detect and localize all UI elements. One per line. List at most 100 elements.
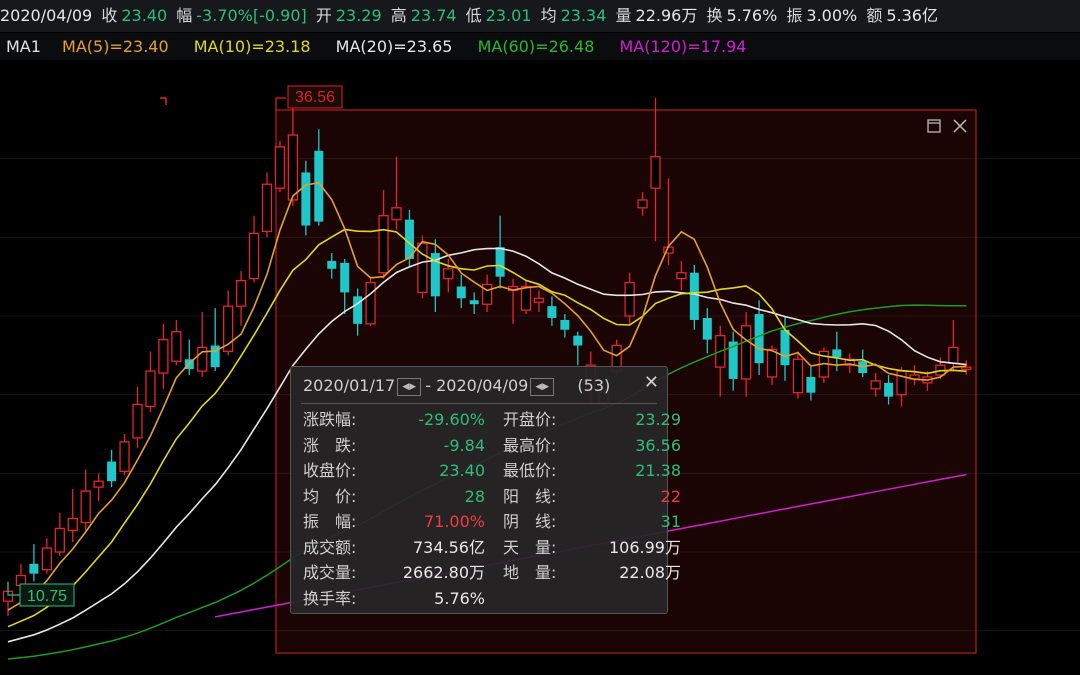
candle-down[interactable]: [884, 382, 894, 397]
quote-header: 2020/04/09 收 23.40 幅 -3.70%[-0.90] 开 23.29 …: [0, 0, 1080, 32]
candle-down[interactable]: [456, 286, 466, 299]
stat-row: 开盘价: 23.29: [503, 408, 693, 432]
candle-down[interactable]: [560, 319, 570, 330]
candle-up[interactable]: [676, 272, 687, 280]
candle-down[interactable]: [340, 262, 350, 293]
ma-indicator-name[interactable]: MA1: [6, 37, 41, 56]
candle-up[interactable]: [637, 199, 648, 209]
amplitude-value: 3.00%: [806, 6, 858, 25]
candle-down[interactable]: [780, 329, 790, 366]
stat-label: 成交额:: [303, 537, 357, 557]
stat-label: 振 幅:: [303, 512, 357, 531]
ma5-legend: MA(5)=23.40: [62, 37, 169, 56]
candle-down[interactable]: [806, 376, 816, 393]
candle-down[interactable]: [301, 172, 311, 226]
candle-up[interactable]: [624, 281, 635, 317]
candle-up[interactable]: [741, 325, 752, 380]
candle-down[interactable]: [547, 306, 557, 318]
stat-label: 阴 线:: [503, 512, 557, 531]
stat-row: 涨跌幅: -29.60%: [303, 408, 493, 432]
candle-down[interactable]: [573, 335, 583, 346]
candle-up[interactable]: [896, 370, 907, 396]
candle-up[interactable]: [948, 346, 959, 364]
close-icon[interactable]: ✕: [644, 372, 659, 393]
candle-up[interactable]: [443, 268, 454, 280]
stat-row: 天 量: 106.99万: [503, 536, 693, 560]
range-stats-panel: 2020/01/17 ◀▶ - 2020/04/09 ◀▶ (53) ✕ 涨跌幅: -2…: [290, 366, 681, 614]
stat-row: 地 量: 22.08万: [503, 561, 693, 585]
candle-up[interactable]: [520, 285, 532, 311]
candle-up[interactable]: [132, 403, 143, 439]
candle-up[interactable]: [67, 517, 78, 532]
end-date-stepper[interactable]: ◀▶: [530, 377, 555, 396]
candle-down[interactable]: [469, 300, 479, 305]
candle-up[interactable]: [119, 441, 130, 473]
high-value: 23.74: [410, 6, 457, 25]
candle-down[interactable]: [107, 461, 117, 482]
ma120-legend: MA(120)=17.94: [619, 37, 747, 56]
candle-up[interactable]: [80, 490, 91, 524]
divider: [301, 403, 657, 404]
candle-up[interactable]: [54, 527, 65, 553]
stat-label: 开盘价:: [503, 410, 557, 429]
stat-row: 振 幅: 71.00%: [303, 510, 493, 534]
candle-up[interactable]: [766, 348, 778, 378]
candle-up[interactable]: [41, 547, 52, 571]
ma10-legend: MA(10)=23.18: [193, 37, 311, 56]
candle-up[interactable]: [533, 297, 545, 303]
stat-value: 21.38: [635, 461, 681, 480]
stat-label: 涨 跌:: [303, 435, 357, 455]
candle-up[interactable]: [145, 370, 156, 408]
candle-down[interactable]: [832, 349, 842, 358]
stat-row: 均 价: 28: [303, 485, 493, 509]
candle-up[interactable]: [93, 480, 104, 488]
candle-up[interactable]: [274, 146, 286, 189]
stat-label: 地 量:: [503, 563, 557, 582]
amount-label: 额: [866, 6, 883, 25]
candle-up[interactable]: [961, 366, 972, 370]
stat-value: 2662.80万: [402, 563, 485, 582]
candle-up[interactable]: [391, 207, 402, 221]
stat-row: 阳 线: 22: [503, 485, 693, 509]
corner-marker: [160, 97, 167, 105]
avg-label: 均: [540, 6, 557, 25]
candle-up[interactable]: [870, 380, 881, 390]
candle-down[interactable]: [327, 260, 337, 269]
ma60-legend: MA(60)=26.48: [477, 37, 595, 56]
candle-up[interactable]: [378, 215, 389, 274]
candle-down[interactable]: [689, 272, 699, 320]
ma20-legend: MA(20)=23.65: [335, 37, 453, 56]
stat-value: 31: [660, 512, 681, 531]
candle-down[interactable]: [29, 563, 39, 574]
change-label: 幅: [176, 6, 193, 25]
avg-value: 23.34: [560, 6, 607, 25]
candle-down[interactable]: [754, 314, 764, 364]
turnover-value: 5.76%: [726, 6, 778, 25]
start-date-stepper[interactable]: ◀▶: [397, 377, 422, 396]
ma-legend: MA1 MA(5)=23.40 MA(10)=23.18 MA(20)=23.6…: [0, 33, 1080, 60]
candle-up[interactable]: [248, 232, 260, 280]
stat-value: 5.76%: [434, 588, 485, 608]
candle-up[interactable]: [171, 331, 182, 362]
candle-up[interactable]: [365, 281, 376, 325]
candle-down[interactable]: [495, 247, 505, 277]
candle-up[interactable]: [650, 156, 661, 189]
stat-value: 28: [464, 486, 485, 506]
candle-up[interactable]: [792, 358, 804, 394]
stat-value: 23.29: [635, 410, 681, 429]
stat-value: 23.40: [439, 461, 485, 480]
candle-up[interactable]: [158, 338, 169, 374]
stat-row: 收盘价: 23.40: [303, 459, 493, 483]
change-value: -3.70%[-0.90]: [196, 6, 307, 25]
stat-label: 换手率:: [303, 588, 357, 608]
candle-up[interactable]: [261, 183, 273, 233]
candle-down[interactable]: [702, 317, 712, 340]
stat-value: 22.08万: [619, 563, 681, 582]
range-bar-count: (53): [577, 376, 611, 395]
stat-value: 22: [660, 486, 681, 506]
volume-label: 量: [615, 6, 632, 25]
candle-up[interactable]: [287, 134, 299, 201]
stat-value: 71.00%: [423, 512, 485, 531]
stat-label: 涨跌幅:: [303, 410, 357, 429]
candle-up[interactable]: [235, 279, 247, 307]
